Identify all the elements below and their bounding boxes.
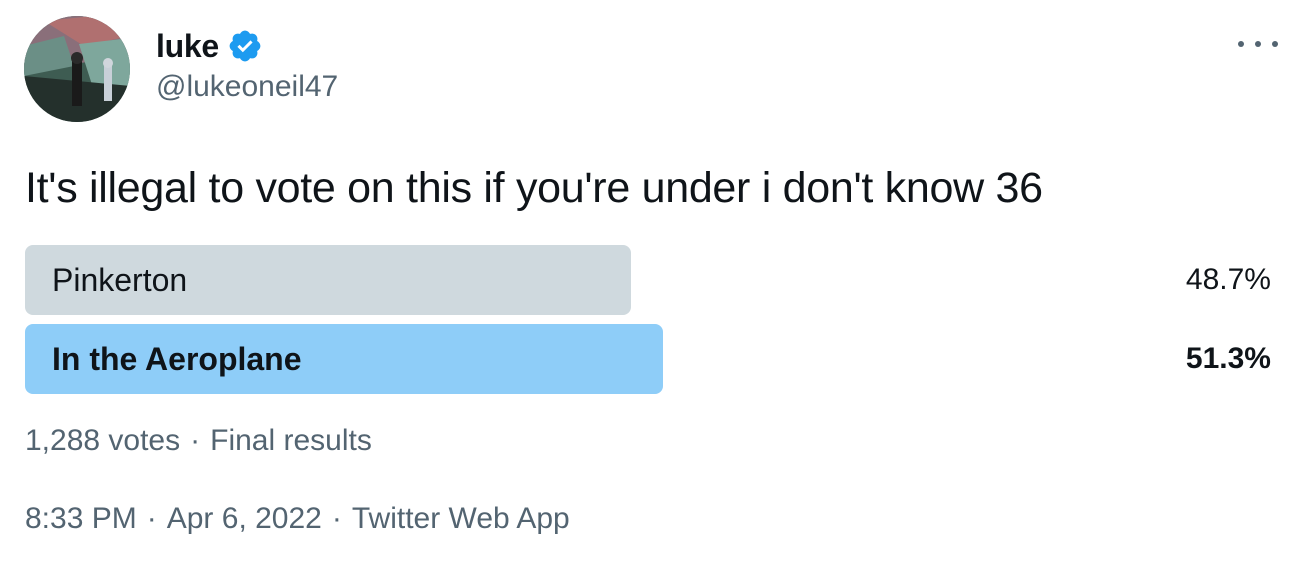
tweet-date[interactable]: Apr 6, 2022 <box>167 502 322 535</box>
author-handle[interactable]: @lukeoneil47 <box>156 70 338 104</box>
author-name-row: luke <box>156 24 263 68</box>
poll-option-percent: 51.3% <box>1185 342 1271 375</box>
poll-meta: 1,288 votes · Final results <box>25 424 372 458</box>
separator: · <box>331 502 342 535</box>
poll-option-winner: In the Aeroplane 51.3% <box>25 324 1271 394</box>
tweet-text: It's illegal to vote on this if you're u… <box>25 164 1043 212</box>
tweet-source[interactable]: Twitter Web App <box>352 502 570 535</box>
poll-option: Pinkerton 48.7% <box>25 245 1271 315</box>
avatar[interactable] <box>24 16 130 122</box>
timestamp-row: 8:33 PM · Apr 6, 2022 · Twitter Web App <box>25 502 570 536</box>
separator: · <box>146 502 157 535</box>
vote-count: 1,288 votes <box>25 424 181 457</box>
avatar-image <box>24 16 130 122</box>
ellipsis-icon[interactable] <box>1238 30 1278 58</box>
poll-status: Final results <box>210 424 372 457</box>
display-name[interactable]: luke <box>156 28 219 65</box>
verified-badge-icon <box>227 28 263 64</box>
tweet-time[interactable]: 8:33 PM <box>25 502 137 535</box>
poll-option-label: In the Aeroplane <box>52 341 302 377</box>
poll-option-percent: 48.7% <box>1185 263 1271 296</box>
separator: · <box>190 424 201 457</box>
poll-option-label: Pinkerton <box>52 262 188 298</box>
